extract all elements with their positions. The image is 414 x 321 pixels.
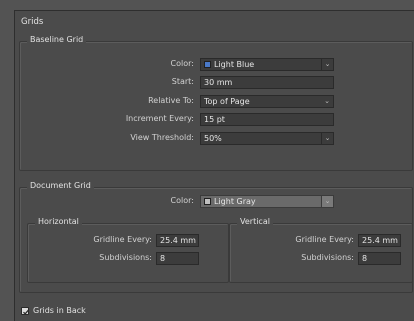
grids-in-back-label[interactable]: Grids in Back bbox=[33, 306, 86, 316]
vertical-subdivisions-input[interactable]: 8 bbox=[358, 252, 401, 265]
document-grid-heading: Document Grid bbox=[27, 181, 94, 191]
vertical-gridline-input[interactable]: 25.4 mm bbox=[358, 234, 401, 247]
grids-in-back-checkbox[interactable] bbox=[21, 307, 29, 315]
horizontal-gridline-label: Gridline Every: bbox=[93, 235, 152, 244]
baseline-start-input[interactable]: 30 mm bbox=[200, 76, 334, 89]
baseline-threshold-value: 50% bbox=[204, 134, 222, 143]
panel-title: Grids bbox=[21, 17, 44, 27]
vertical-gridline-label: Gridline Every: bbox=[295, 235, 354, 244]
checkmark-icon bbox=[23, 309, 29, 315]
vertical-subdivisions-label: Subdivisions: bbox=[301, 253, 354, 262]
grids-panel: Grids Baseline Grid Color: Light Blue ⌄ … bbox=[14, 10, 414, 321]
document-color-swatch bbox=[204, 198, 211, 205]
baseline-increment-label: Increment Every: bbox=[125, 114, 194, 123]
document-color-label: Color: bbox=[170, 196, 194, 205]
baseline-color-value: Light Blue bbox=[214, 60, 255, 69]
baseline-color-dropdown[interactable]: Light Blue ⌄ bbox=[200, 58, 334, 71]
chevron-down-icon[interactable]: ⌄ bbox=[321, 133, 333, 144]
baseline-relative-label: Relative To: bbox=[148, 96, 194, 105]
baseline-threshold-dropdown[interactable]: 50% ⌄ bbox=[200, 132, 334, 145]
horizontal-heading: Horizontal bbox=[35, 217, 82, 227]
document-color-value: Light Gray bbox=[214, 197, 256, 206]
chevron-down-icon: ⌄ bbox=[324, 97, 330, 105]
baseline-relative-value: Top of Page bbox=[204, 97, 250, 106]
chevron-down-icon[interactable]: ⌄ bbox=[321, 196, 333, 207]
baseline-increment-input[interactable]: 15 pt bbox=[200, 113, 334, 126]
baseline-start-label: Start: bbox=[171, 77, 194, 86]
horizontal-subdivisions-input[interactable]: 8 bbox=[156, 252, 199, 265]
baseline-grid-heading: Baseline Grid bbox=[27, 35, 87, 45]
baseline-color-label: Color: bbox=[170, 59, 194, 68]
horizontal-gridline-input[interactable]: 25.4 mm bbox=[156, 234, 199, 247]
baseline-color-swatch bbox=[204, 61, 211, 68]
vertical-heading: Vertical bbox=[237, 217, 273, 227]
horizontal-subdivisions-label: Subdivisions: bbox=[99, 253, 152, 262]
baseline-threshold-label: View Threshold: bbox=[130, 133, 194, 142]
baseline-relative-dropdown[interactable]: Top of Page ⌄ bbox=[200, 95, 334, 108]
chevron-down-icon[interactable]: ⌄ bbox=[321, 59, 333, 70]
document-color-dropdown[interactable]: Light Gray ⌄ bbox=[200, 195, 334, 208]
